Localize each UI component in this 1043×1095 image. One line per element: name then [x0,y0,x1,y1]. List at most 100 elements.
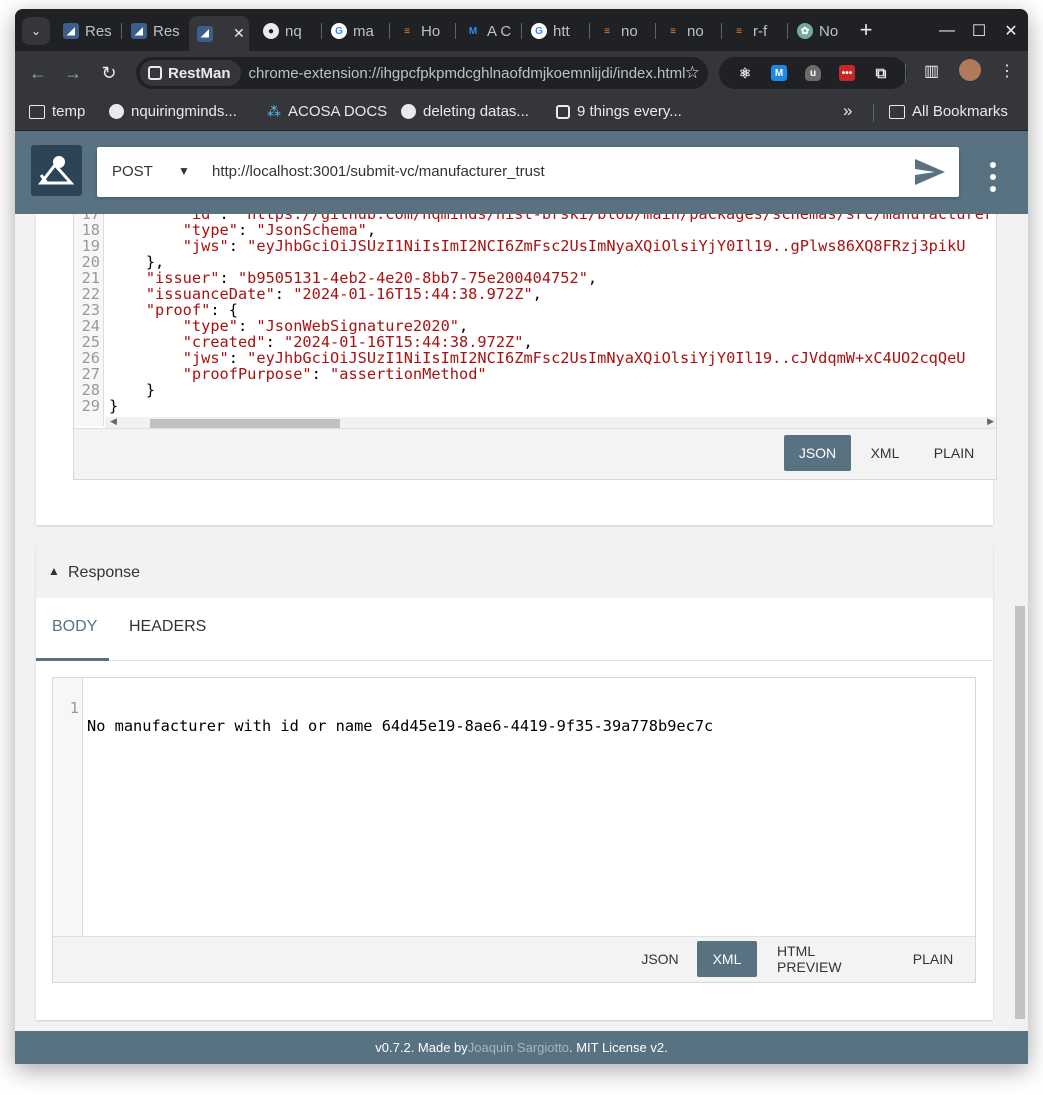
scroll-left-icon[interactable]: ◀ [110,416,117,427]
format-html-preview-button[interactable]: HTML PREVIEW [763,941,891,977]
line-number: 20 [81,253,100,271]
acosa-icon: M [468,25,478,37]
footer: v0.7.2. Made by Joaquin Sargiotto . MIT … [15,1031,1028,1064]
browser-tab[interactable]: ≡ no [657,16,721,46]
close-window-icon[interactable]: ✕ [997,17,1025,45]
scroll-right-icon[interactable]: ▶ [987,416,994,427]
tab-strip: ⌄ ◢ Res ◢ Res ◢ ✕ ● nq G ma ≡ Ho M A C G… [15,9,1028,51]
main-content: 17 "id": "https://github.com/nqminds/nis… [15,214,1028,1031]
browser-tab[interactable]: ≡ no [591,16,655,46]
browser-tab[interactable]: ◢ Res [123,16,187,46]
code-text: } [109,381,156,399]
browser-tab[interactable]: ● nq [255,16,319,46]
author-link[interactable]: Joaquin Sargiotto [468,1040,569,1055]
stackoverflow-icon: ≡ [604,25,610,37]
acosa-icon: ⁂ [267,103,281,119]
code-text: "issuer": "b9505131-4eb2-4e20-8bb7-75e20… [145,269,598,287]
site-info-chip[interactable]: RestMan [140,60,241,86]
code-text: "type": "JsonSchema", [182,221,377,239]
line-number: 23 [81,301,100,319]
side-panel-icon[interactable]: ▥ [924,61,939,81]
send-icon[interactable] [913,157,947,187]
browser-window: ⌄ ◢ Res ◢ Res ◢ ✕ ● nq G ma ≡ Ho M A C G… [15,9,1028,1064]
code-line: 24 "type": "JsonWebSignature2020", [74,318,996,334]
line-number: 21 [81,269,100,287]
format-json-button[interactable]: JSON [784,435,851,471]
bookmark-item[interactable]: ⁂ ACOSA DOCS [267,103,387,120]
stackoverflow-icon: ≡ [736,25,742,37]
vertical-scrollbar[interactable] [1012,214,1028,1031]
code-line: 18 "type": "JsonSchema", [74,222,996,238]
chevron-up-icon[interactable]: ▲ [48,564,60,578]
lastpass-icon[interactable]: ••• [839,65,855,81]
forward-icon[interactable]: → [59,59,87,87]
bookmarks-bar: temp nquiringminds... ⁂ ACOSA DOCS delet… [15,95,1028,131]
code-text: "proofPurpose": "assertionMethod" [182,365,487,383]
bookmarks-overflow-button[interactable]: » [843,101,852,121]
browser-toolbar: ← → ↻ RestMan chrome-extension://ihgpcfp… [15,51,1028,95]
google-icon: G [331,23,347,39]
tab-search-button[interactable]: ⌄ [22,17,50,45]
response-tabs: BODY HEADERS [36,598,993,661]
bookmark-star-icon[interactable]: ☆ [685,63,700,83]
github-icon [401,104,416,119]
format-xml-button[interactable]: XML [697,941,757,977]
browser-tab[interactable]: M A C [457,16,521,46]
scrollbar-thumb[interactable] [1015,606,1025,1019]
bookmark-item[interactable]: deleting datas... [401,103,529,120]
url-input[interactable]: http://localhost:3001/submit-vc/manufact… [212,163,545,180]
new-tab-button[interactable]: + [853,17,879,43]
format-json-button[interactable]: JSON [628,941,692,977]
minimize-icon[interactable]: — [933,17,961,45]
code-text: "jws": "eyJhbGciOiJSUzI1NiIsImI2NCI6ZmFs… [182,349,966,367]
code-text: "created": "2024-01-16T15:44:38.972Z", [182,333,533,351]
horizontal-scrollbar[interactable]: ◀ ▶ [105,416,996,428]
m-extension-icon[interactable]: M [771,65,787,81]
browser-tab[interactable]: ✿ No [789,16,849,46]
restman-icon: ◢ [197,25,213,42]
url-text[interactable]: chrome-extension://ihgpcfpkpmdcghlnaofdm… [249,65,686,82]
all-bookmarks-button[interactable]: All Bookmarks [889,103,1008,120]
request-body-card: 17 "id": "https://github.com/nqminds/nis… [36,214,997,525]
response-header[interactable]: ▲ Response [36,546,993,598]
bookmark-item[interactable]: 9 things every... [556,103,682,120]
response-title: Response [68,564,141,581]
ublock-icon[interactable]: u [805,65,821,81]
address-bar[interactable]: RestMan chrome-extension://ihgpcfpkpmdcg… [136,57,708,89]
chevron-down-icon[interactable]: ▼ [178,164,190,178]
request-body-editor[interactable]: 17 "id": "https://github.com/nqminds/nis… [73,214,997,480]
browser-tab[interactable]: G ma [323,16,387,46]
code-line: 25 "created": "2024-01-16T15:44:38.972Z"… [74,334,996,350]
react-devtools-icon[interactable]: ⚛ [737,65,753,81]
profile-avatar[interactable] [959,59,981,81]
tab-headers[interactable]: HEADERS [129,618,206,636]
more-options-icon[interactable] [983,162,1003,192]
bookmark-item[interactable]: temp [29,103,85,120]
code-text: }, [109,253,165,271]
format-plain-button[interactable]: PLAIN [919,435,989,471]
browser-tab[interactable]: G htt [523,16,587,46]
browser-tab[interactable]: ≡ Ho [391,16,455,46]
extensions-puzzle-icon[interactable]: ⧉ [873,65,889,82]
back-icon[interactable]: ← [24,59,52,87]
browser-tab[interactable]: ◢ Res [55,16,119,46]
code-text: } [109,397,119,415]
reload-icon[interactable]: ↻ [95,59,123,87]
tab-body[interactable]: BODY [52,618,97,636]
line-number: 26 [81,349,100,367]
maximize-icon[interactable]: ☐ [965,17,993,45]
close-tab-icon[interactable]: ✕ [233,25,245,42]
code-text: "issuanceDate": "2024-01-16T15:44:38.972… [145,285,542,303]
scrollbar-thumb[interactable] [150,419,340,428]
browser-tab-active[interactable]: ◢ ✕ [189,16,249,51]
response-body-editor[interactable]: 1 No manufacturer with id or name 64d45e… [52,677,976,983]
format-xml-button[interactable]: XML [855,435,915,471]
format-plain-button[interactable]: PLAIN [898,941,968,977]
browser-menu-icon[interactable]: ⋮ [999,61,1015,81]
code-lines[interactable]: 17 "id": "https://github.com/nqminds/nis… [74,214,996,414]
folder-icon [29,104,45,119]
bookmark-item[interactable]: nquiringminds... [109,103,237,120]
browser-tab[interactable]: ≡ r-f [723,16,787,46]
response-card: ▲ Response BODY HEADERS 1 No manufacture… [36,546,993,1020]
method-select[interactable]: POST [112,163,153,180]
